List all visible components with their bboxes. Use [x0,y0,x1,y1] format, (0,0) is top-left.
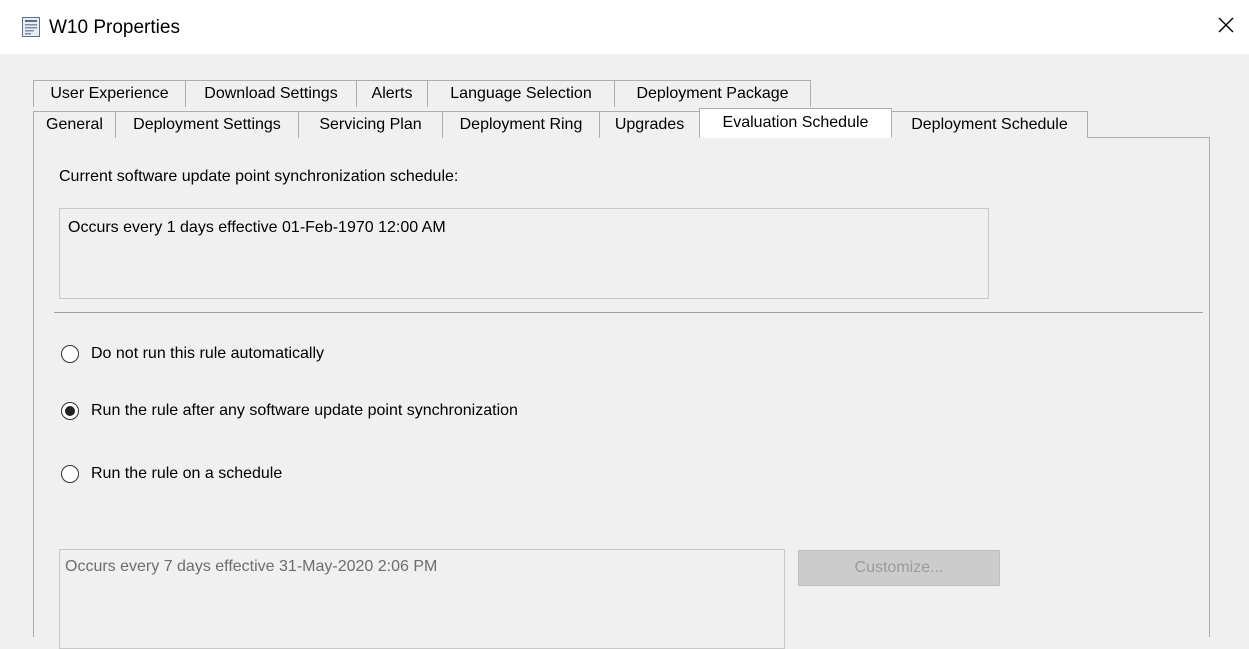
radio-dot [65,406,75,416]
tab-evaluation-schedule[interactable]: Evaluation Schedule [699,108,892,138]
close-icon [1218,17,1234,38]
tab-deployment-schedule[interactable]: Deployment Schedule [891,111,1088,138]
tab-deployment-settings[interactable]: Deployment Settings [115,111,299,138]
tab-row-bottom: General Deployment Settings Servicing Pl… [33,108,1088,138]
tab-upgrades[interactable]: Upgrades [599,111,700,138]
tab-deployment-package[interactable]: Deployment Package [614,80,811,107]
radio-do-not-run[interactable]: Do not run this rule automatically [61,345,324,363]
window-title: W10 Properties [49,17,180,38]
radio-label-run-on-schedule: Run the rule on a schedule [91,465,283,482]
radio-circle-checked [61,402,79,420]
close-button[interactable] [1203,0,1249,54]
tab-download-settings[interactable]: Download Settings [185,80,357,107]
radio-label-do-not-run: Do not run this rule automatically [91,345,324,362]
radio-run-after-sync[interactable]: Run the rule after any software update p… [61,402,518,420]
separator [54,312,1203,313]
tab-servicing-plan[interactable]: Servicing Plan [298,111,443,138]
tab-alerts[interactable]: Alerts [356,80,428,107]
title-bar: W10 Properties [0,0,1249,54]
sync-schedule-label: Current software update point synchroniz… [59,168,459,185]
tab-general[interactable]: General [33,111,116,138]
properties-window-icon [22,17,40,37]
tab-user-experience[interactable]: User Experience [33,80,186,107]
schedule-field: Occurs every 7 days effective 31-May-202… [59,549,785,649]
tab-row-top: User Experience Download Settings Alerts… [33,80,811,107]
radio-run-on-schedule[interactable]: Run the rule on a schedule [61,465,282,483]
sync-schedule-field: Occurs every 1 days effective 01-Feb-197… [59,208,989,299]
tab-language-selection[interactable]: Language Selection [427,80,615,107]
customize-button[interactable]: Customize... [798,550,1000,586]
tab-deployment-ring[interactable]: Deployment Ring [442,111,600,138]
radio-label-run-after-sync: Run the rule after any software update p… [91,402,518,419]
radio-circle [61,345,79,363]
radio-circle [61,465,79,483]
